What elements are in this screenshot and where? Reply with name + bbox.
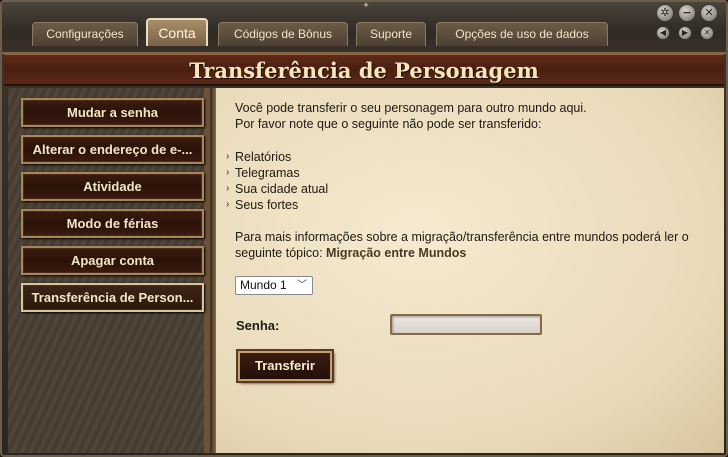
- tab-codigos-de-bonus[interactable]: Códigos de Bônus: [218, 22, 348, 46]
- tab-suporte[interactable]: Suporte: [356, 22, 426, 46]
- close-icon[interactable]: ✕: [700, 4, 718, 22]
- tab-conta[interactable]: Conta: [146, 18, 208, 46]
- list-item: Sua cidade atual: [226, 181, 328, 197]
- sidebar-item-transferencia[interactable]: Transferência de Person...: [21, 283, 204, 312]
- intro-line-1: Você pode transferir o seu personagem pa…: [235, 101, 587, 115]
- intro-line-2: Por favor note que o seguinte não pode s…: [235, 117, 542, 131]
- title-bar: Transferência de Personagem: [4, 54, 724, 86]
- close-small-icon[interactable]: ✕: [700, 26, 714, 40]
- game-window: ✦ Configurações Conta Códigos de Bônus S…: [0, 0, 728, 457]
- more-info-line-2: seguinte tópico: Migração entre Mundos: [235, 246, 467, 260]
- tab-configuracoes[interactable]: Configurações: [32, 22, 138, 46]
- sidebar-item-mudar-a-senha[interactable]: Mudar a senha: [21, 98, 204, 127]
- gear-icon[interactable]: ✲: [656, 4, 674, 22]
- sidebar: Mudar a senha Alterar o endereço de e-..…: [8, 88, 210, 453]
- password-label: Senha:: [236, 318, 280, 333]
- list-item: Relatórios: [226, 149, 291, 165]
- more-info-line-1: Para mais informações sobre a migração/t…: [235, 230, 689, 244]
- world-select[interactable]: Mundo 1 ﹀: [235, 276, 313, 295]
- top-ornament-icon: ✦: [362, 1, 370, 11]
- main-content: Você pode transferir o seu personagem pa…: [216, 88, 724, 453]
- arrow-right-icon[interactable]: ▶: [678, 26, 692, 40]
- list-item: Telegramas: [226, 165, 300, 181]
- chevron-down-icon: ﹀: [297, 280, 307, 291]
- sidebar-item-alterar-email[interactable]: Alterar o endereço de e-...: [21, 135, 204, 164]
- minimize-icon[interactable]: −: [678, 4, 696, 22]
- top-bar: ✦ Configurações Conta Códigos de Bônus S…: [2, 2, 726, 54]
- sidebar-item-atividade[interactable]: Atividade: [21, 172, 204, 201]
- migration-topic-link[interactable]: Migração entre Mundos: [326, 246, 466, 260]
- arrow-left-icon[interactable]: ◀: [656, 26, 670, 40]
- password-field[interactable]: [390, 314, 542, 335]
- page-title: Transferência de Personagem: [189, 58, 539, 83]
- sidebar-item-apagar-conta[interactable]: Apagar conta: [21, 246, 204, 275]
- transfer-button[interactable]: Transferir: [238, 351, 332, 381]
- tab-opcoes-de-uso-de-dados[interactable]: Opções de uso de dados: [436, 22, 608, 46]
- sidebar-item-modo-de-ferias[interactable]: Modo de férias: [21, 209, 204, 238]
- list-item: Seus fortes: [226, 197, 298, 213]
